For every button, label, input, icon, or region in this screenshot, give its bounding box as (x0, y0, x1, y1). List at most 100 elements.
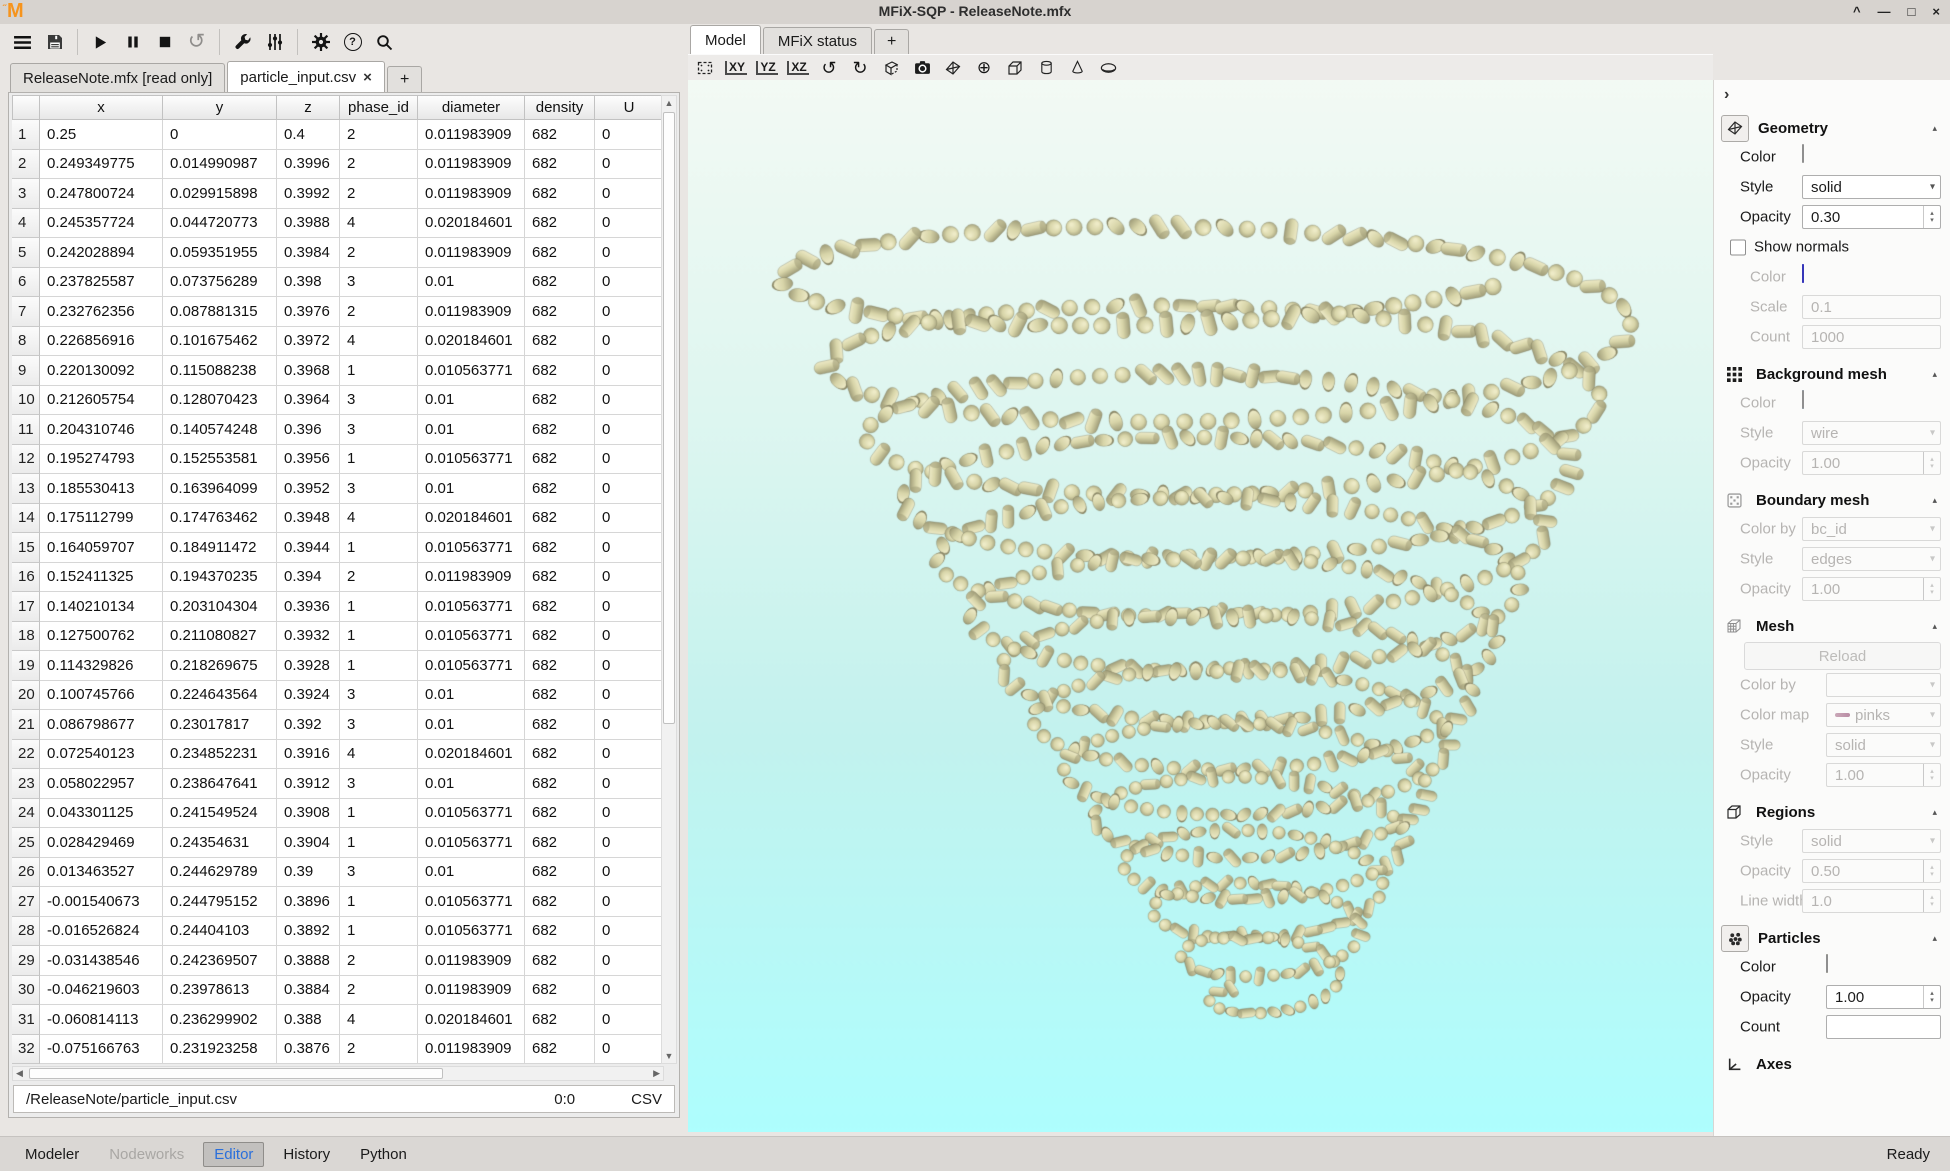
table-cell[interactable]: 0.245357724 (40, 209, 163, 239)
table-cell[interactable]: 0.01 (418, 858, 525, 888)
table-cell[interactable]: 4 (340, 209, 418, 239)
table-cell[interactable]: 1 (340, 533, 418, 563)
maximize-button[interactable]: □ (1908, 2, 1916, 22)
build-button[interactable] (228, 28, 257, 57)
table-cell[interactable]: 0.398 (277, 268, 340, 298)
table-cell[interactable]: 0.392 (277, 710, 340, 740)
pause-button[interactable] (118, 28, 147, 57)
row-number[interactable]: 32 (12, 1035, 40, 1065)
table-cell[interactable]: 0.195274793 (40, 445, 163, 475)
table-cell[interactable]: 3 (340, 858, 418, 888)
spin-up-icon[interactable]: ▴ (1930, 990, 1934, 997)
table-cell[interactable]: 0.011983909 (418, 238, 525, 268)
row-number[interactable]: 31 (12, 1005, 40, 1035)
row-number[interactable]: 11 (12, 415, 40, 445)
vertical-scroll-thumb[interactable] (663, 112, 675, 724)
table-cell[interactable]: 0.011983909 (418, 120, 525, 150)
table-cell[interactable]: 1 (340, 592, 418, 622)
collapse-arrow-icon[interactable]: ▴ (1932, 621, 1937, 632)
table-cell[interactable]: 0 (595, 946, 664, 976)
table-cell[interactable]: 0 (595, 356, 664, 386)
table-cell[interactable]: 0.3892 (277, 917, 340, 947)
table-cell[interactable]: 4 (340, 1005, 418, 1035)
table-cell[interactable]: 1 (340, 445, 418, 475)
tab-particle-input-csv[interactable]: particle_input.csv× (227, 61, 385, 93)
run-button[interactable] (86, 28, 115, 57)
row-number[interactable]: 25 (12, 828, 40, 858)
viz-tab-mfix-status[interactable]: MFiX status (763, 27, 872, 54)
table-cell[interactable]: 0 (595, 740, 664, 770)
table-cell[interactable]: 4 (340, 740, 418, 770)
table-cell[interactable]: 682 (525, 533, 595, 563)
table-cell[interactable]: 0.020184601 (418, 209, 525, 239)
toggle-cone-button[interactable] (1065, 57, 1089, 79)
view-xz-button[interactable]: XZ (786, 57, 810, 79)
table-cell[interactable]: 0.011983909 (418, 976, 525, 1006)
new-tab-button[interactable]: + (387, 66, 422, 93)
table-cell[interactable]: 0 (595, 474, 664, 504)
table-cell[interactable]: 0.3964 (277, 386, 340, 416)
table-cell[interactable]: 0.128070423 (163, 386, 277, 416)
table-cell[interactable]: 0.3924 (277, 681, 340, 711)
table-cell[interactable]: -0.046219603 (40, 976, 163, 1006)
spinbox[interactable]: 1.00▴▾ (1826, 985, 1941, 1009)
view-xy-button[interactable]: XY (724, 57, 748, 79)
table-cell[interactable]: -0.031438546 (40, 946, 163, 976)
table-cell[interactable]: 0.01 (418, 386, 525, 416)
table-cell[interactable]: 0.020184601 (418, 327, 525, 357)
scroll-left-icon[interactable]: ◀ (16, 1067, 23, 1080)
table-cell[interactable]: 2 (340, 976, 418, 1006)
table-cell[interactable]: 0.140574248 (163, 415, 277, 445)
table-cell[interactable]: 1 (340, 828, 418, 858)
row-number[interactable]: 12 (12, 445, 40, 475)
table-cell[interactable]: 0.247800724 (40, 179, 163, 209)
table-cell[interactable]: 0.020184601 (418, 504, 525, 534)
table-cell[interactable]: 0.013463527 (40, 858, 163, 888)
mode-modeler[interactable]: Modeler (14, 1142, 90, 1167)
table-cell[interactable]: 0.3896 (277, 887, 340, 917)
col-header-phase_id[interactable]: phase_id (340, 95, 418, 120)
text-field[interactable] (1826, 1015, 1941, 1039)
table-cell[interactable]: 682 (525, 268, 595, 298)
row-number[interactable]: 26 (12, 858, 40, 888)
table-cell[interactable]: 0.249349775 (40, 150, 163, 180)
table-cell[interactable]: 0.010563771 (418, 917, 525, 947)
table-cell[interactable]: 0.101675462 (163, 327, 277, 357)
save-button[interactable] (40, 28, 69, 57)
table-cell[interactable]: 0.226856916 (40, 327, 163, 357)
table-cell[interactable]: 0.010563771 (418, 828, 525, 858)
table-vertical-scrollbar[interactable]: ▲ ▼ (661, 95, 677, 1064)
table-cell[interactable]: 682 (525, 415, 595, 445)
table-cell[interactable]: 0.163964099 (163, 474, 277, 504)
section-header-axes[interactable]: Axes (1714, 1050, 1950, 1078)
table-cell[interactable]: 0 (595, 386, 664, 416)
table-cell[interactable]: 0 (595, 622, 664, 652)
table-cell[interactable]: 682 (525, 799, 595, 829)
table-cell[interactable]: 0.011983909 (418, 946, 525, 976)
table-cell[interactable]: 0.058022957 (40, 769, 163, 799)
table-cell[interactable]: 0.3936 (277, 592, 340, 622)
row-number[interactable]: 20 (12, 681, 40, 711)
collapse-arrow-icon[interactable]: ▴ (1932, 933, 1937, 944)
table-cell[interactable]: 0 (595, 1035, 664, 1065)
table-cell[interactable]: 0 (163, 120, 277, 150)
spin-down-icon[interactable]: ▾ (1930, 997, 1934, 1004)
table-cell[interactable]: 682 (525, 740, 595, 770)
mode-editor[interactable]: Editor (203, 1142, 264, 1167)
table-cell[interactable]: 0 (595, 799, 664, 829)
table-cell[interactable]: 2 (340, 179, 418, 209)
row-number[interactable]: 28 (12, 917, 40, 947)
table-cell[interactable]: 682 (525, 297, 595, 327)
table-cell[interactable]: 0.011983909 (418, 150, 525, 180)
table-cell[interactable]: 2 (340, 563, 418, 593)
table-cell[interactable]: 0.3976 (277, 297, 340, 327)
table-cell[interactable]: 0.3888 (277, 946, 340, 976)
table-cell[interactable]: 0.24354631 (163, 828, 277, 858)
table-cell[interactable]: 0.010563771 (418, 445, 525, 475)
table-cell[interactable]: 0.24404103 (163, 917, 277, 947)
table-cell[interactable]: 0 (595, 268, 664, 298)
table-cell[interactable]: 0.394 (277, 563, 340, 593)
toggle-cylinder-button[interactable] (1034, 57, 1058, 79)
sidebar-collapse-button[interactable]: › (1724, 86, 1729, 104)
table-cell[interactable]: 0.244629789 (163, 858, 277, 888)
